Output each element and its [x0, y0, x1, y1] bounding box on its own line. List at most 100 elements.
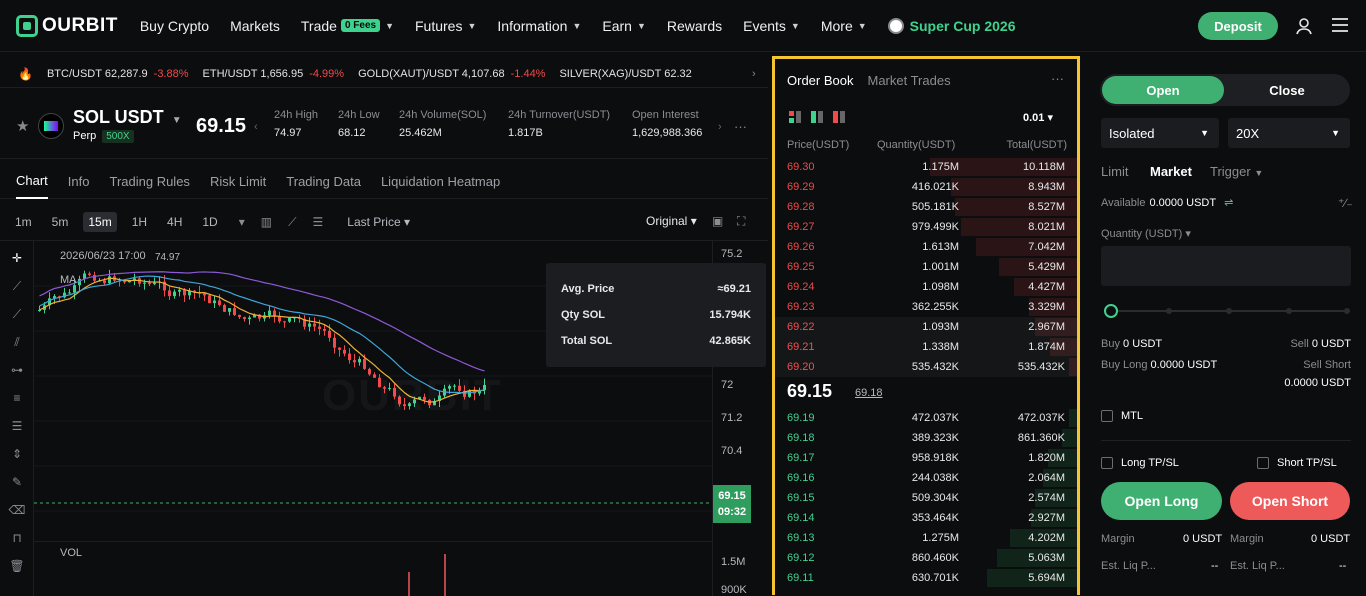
ask-row[interactable]: 69.29 416.021K 8.943M	[775, 177, 1077, 197]
tab-market-trades[interactable]: Market Trades	[867, 73, 950, 88]
slider-handle[interactable]	[1104, 304, 1118, 318]
nav-trade[interactable]: Trade 0 Fees ▼	[301, 18, 394, 34]
tab-trading-data[interactable]: Trading Data	[286, 165, 361, 199]
timeframe-15m[interactable]: 15m	[83, 212, 117, 232]
order-type-limit[interactable]: Limit	[1101, 164, 1128, 179]
chevron-left-icon[interactable]: ‹	[254, 121, 258, 133]
open-short-button[interactable]: Open Short	[1230, 482, 1350, 520]
tab-liquidation-heatmap[interactable]: Liquidation Heatmap	[381, 165, 500, 199]
nav-rewards[interactable]: Rewards	[667, 18, 722, 34]
ask-row[interactable]: 69.26 1.613M 7.042M	[775, 237, 1077, 257]
bid-row[interactable]: 69.18 389.323K 861.360K	[775, 428, 1077, 448]
tab-trading-rules[interactable]: Trading Rules	[109, 165, 189, 199]
nav-events[interactable]: Events ▼	[743, 18, 800, 34]
long-tpsl-checkbox[interactable]: Long TP/SL	[1101, 457, 1179, 469]
timeframe-1d[interactable]: 1D	[197, 212, 222, 232]
book-asks-icon[interactable]	[833, 111, 845, 123]
ticker-item[interactable]: GOLD(XAUT)/USDT 4,107.68 -1.44%	[358, 68, 545, 80]
nav-more[interactable]: More ▼	[821, 18, 867, 34]
nav-markets[interactable]: Markets	[230, 18, 280, 34]
menu-icon[interactable]	[1331, 16, 1349, 34]
bid-row[interactable]: 69.16 244.038K 2.064M	[775, 468, 1077, 488]
ticker-item[interactable]: ETH/USDT 1,656.95 -4.99%	[203, 68, 345, 80]
ask-row[interactable]: 69.28 505.181K 8.527M	[775, 197, 1077, 217]
chevron-right-icon[interactable]: ›	[718, 121, 722, 133]
indicator-icon[interactable]: ⟋	[288, 215, 296, 230]
order-type-trigger[interactable]: Trigger ▼	[1210, 164, 1263, 179]
settings-list-icon[interactable]: ☰	[313, 215, 324, 229]
user-icon[interactable]	[1294, 16, 1314, 36]
ask-row[interactable]: 69.23 362.255K 3.329M	[775, 297, 1077, 317]
crosshair-icon[interactable]: ✛	[8, 249, 26, 267]
super-cup-link[interactable]: Super Cup 2026	[887, 17, 1016, 34]
open-long-button[interactable]: Open Long	[1101, 482, 1222, 520]
delete-icon[interactable]: 🗑	[8, 557, 26, 575]
mtl-checkbox[interactable]: MTL	[1101, 410, 1143, 422]
nav-futures[interactable]: Futures ▼	[415, 18, 476, 34]
symbol-selector[interactable]: SOL USDT ▼	[73, 107, 182, 128]
slider-step[interactable]	[1226, 308, 1232, 314]
bid-row[interactable]: 69.14 353.464K 2.927M	[775, 508, 1077, 528]
order-type-market[interactable]: Market	[1150, 164, 1192, 179]
candlestick-icon[interactable]: ▥	[261, 215, 272, 229]
book-bids-icon[interactable]	[811, 111, 823, 123]
mark-price[interactable]: 69.18	[855, 387, 883, 399]
quantity-input[interactable]	[1101, 246, 1351, 286]
more-icon[interactable]: ···	[734, 119, 747, 134]
more-icon[interactable]: ···	[1051, 71, 1064, 86]
quantity-label[interactable]: Quantity (USDT) ▾	[1101, 227, 1191, 240]
ask-row[interactable]: 69.24 1.098M 4.427M	[775, 277, 1077, 297]
slider-step[interactable]	[1286, 308, 1292, 314]
ticker-item[interactable]: BTC/USDT 62,287.9 -3.88%	[47, 68, 189, 80]
tab-chart[interactable]: Chart	[16, 165, 48, 199]
trend-line-icon[interactable]: ⟋	[8, 277, 26, 295]
margin-mode-select[interactable]: Isolated ▼	[1101, 118, 1219, 148]
deposit-button[interactable]: Deposit	[1198, 12, 1278, 40]
layout-icon[interactable]: ▣	[712, 214, 723, 228]
bid-row[interactable]: 69.13 1.275M 4.202M	[775, 528, 1077, 548]
bid-row[interactable]: 69.15 509.304K 2.574M	[775, 488, 1077, 508]
logo[interactable]: OURBIT	[16, 14, 118, 37]
pen-icon[interactable]: ✎	[8, 473, 26, 491]
tick-size-selector[interactable]: 0.01 ▾	[1023, 111, 1053, 124]
tab-order-book[interactable]: Order Book	[787, 73, 853, 88]
tab-info[interactable]: Info	[68, 165, 90, 199]
nav-buy-crypto[interactable]: Buy Crypto	[140, 18, 209, 34]
bid-row[interactable]: 69.17 958.918K 1.820M	[775, 448, 1077, 468]
vertical-line-icon[interactable]: ⇕	[8, 445, 26, 463]
price-chart[interactable]: ✛ ⟋ ⟋ ⫽ ⊶ ≡ ☰ ⇕ ✎ ⌫ ⊓ 🗑 OURBIT 2026/06/2…	[0, 240, 768, 596]
slider-step[interactable]	[1166, 308, 1172, 314]
chevron-right-icon[interactable]: ›	[752, 68, 756, 80]
calculator-icon[interactable]: ⁺∕₋	[1338, 196, 1353, 210]
book-both-icon[interactable]	[789, 111, 801, 123]
chevron-down-icon[interactable]: ▾	[239, 215, 245, 229]
parallel-lines-icon[interactable]: ≡	[8, 389, 26, 407]
eraser-icon[interactable]: ⌫	[8, 501, 26, 519]
last-price-selector[interactable]: Last Price ▾	[347, 215, 410, 229]
fib-icon[interactable]: ☰	[8, 417, 26, 435]
magnet-icon[interactable]: ⊓	[8, 529, 26, 547]
bid-row[interactable]: 69.19 472.037K 472.037K	[775, 408, 1077, 428]
channel-icon[interactable]: ⫽	[8, 333, 26, 351]
quantity-slider[interactable]	[1104, 304, 1350, 318]
close-tab-button[interactable]: Close	[1226, 76, 1348, 104]
short-tpsl-checkbox[interactable]: Short TP/SL	[1257, 457, 1337, 469]
timeframe-5m[interactable]: 5m	[47, 212, 74, 232]
horizontal-line-icon[interactable]: ⊶	[8, 361, 26, 379]
original-selector[interactable]: Original ▾	[646, 214, 697, 228]
star-icon[interactable]: ★	[16, 117, 29, 135]
nav-earn[interactable]: Earn ▼	[602, 18, 646, 34]
ask-row[interactable]: 69.27 979.499K 8.021M	[775, 217, 1077, 237]
slider-step[interactable]	[1344, 308, 1350, 314]
ray-icon[interactable]: ⟋	[8, 305, 26, 323]
ask-row[interactable]: 69.25 1.001M 5.429M	[775, 257, 1077, 277]
leverage-select[interactable]: 20X ▼	[1228, 118, 1350, 148]
bid-row[interactable]: 69.11 630.701K 5.694M	[775, 568, 1077, 588]
nav-information[interactable]: Information ▼	[497, 18, 581, 34]
open-tab-button[interactable]: Open	[1102, 76, 1224, 104]
bid-row[interactable]: 69.12 860.460K 5.063M	[775, 548, 1077, 568]
fullscreen-icon[interactable]: ⛶	[737, 214, 745, 229]
timeframe-1m[interactable]: 1m	[10, 212, 37, 232]
ticker-item[interactable]: SILVER(XAG)/USDT 62.32	[559, 68, 691, 80]
timeframe-1h[interactable]: 1H	[127, 212, 152, 232]
